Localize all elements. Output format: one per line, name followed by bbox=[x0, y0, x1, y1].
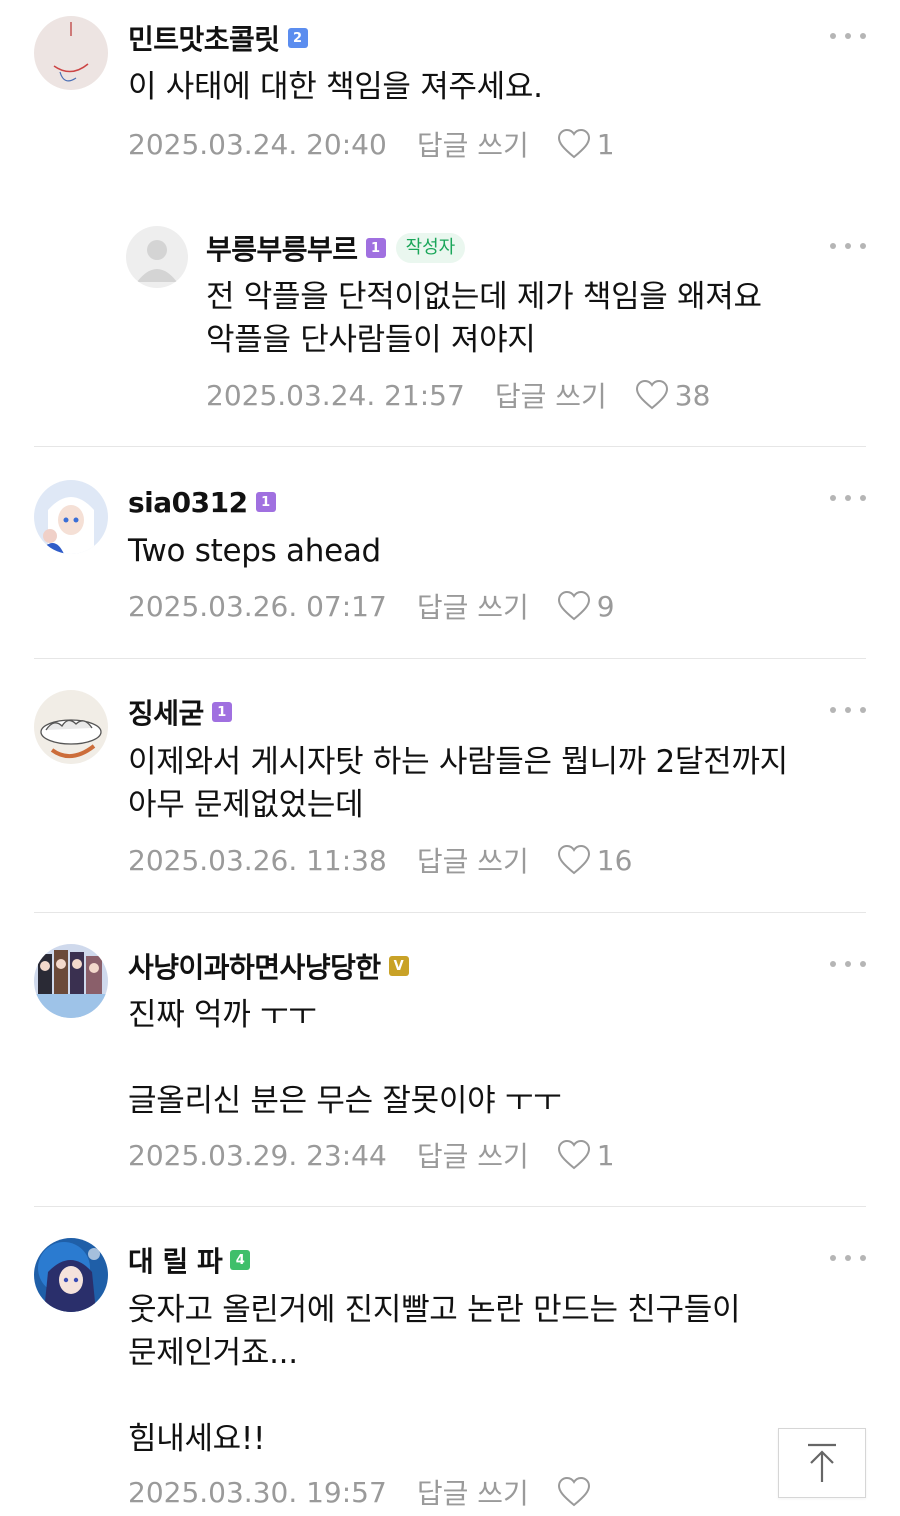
heart-outline-icon bbox=[557, 590, 590, 621]
level-badge: 1 bbox=[365, 238, 386, 258]
like-button[interactable]: 1 bbox=[557, 128, 615, 161]
heart-outline-icon bbox=[557, 1476, 590, 1507]
reply-button[interactable]: 답글 쓰기 bbox=[417, 840, 529, 880]
like-button[interactable]: 38 bbox=[635, 378, 711, 412]
more-dots-icon[interactable] bbox=[830, 700, 866, 720]
heart-outline-icon bbox=[557, 1139, 590, 1170]
like-count: 38 bbox=[674, 378, 711, 412]
author-row: 부릉부릉부르 1 작성자 bbox=[206, 228, 466, 268]
comment-date: 2025.03.26. 07:17 bbox=[128, 589, 387, 623]
comment-text: 웃자고 올린거에 진지빨고 논란 만드는 친구들이 문제인거죠... 힘내세요!… bbox=[128, 1292, 741, 1457]
comment-text: 이제와서 게시자탓 하는 사람들은 뭡니까 2달전까지 아무 문제없었는데 bbox=[128, 744, 788, 823]
avatar[interactable] bbox=[34, 944, 108, 1018]
nickname[interactable]: 민트맛초콜릿 bbox=[128, 18, 280, 58]
author-row: 대 릴 파 4 bbox=[128, 1240, 251, 1280]
level-badge: V bbox=[388, 956, 409, 976]
comment-meta: 2025.03.24. 20:40 답글 쓰기 1 bbox=[128, 124, 615, 164]
avatar[interactable] bbox=[34, 16, 108, 90]
reply-button[interactable]: 답글 쓰기 bbox=[417, 1135, 529, 1175]
comment-text: 전 악플을 단적이없는데 제가 책임을 왜져요 악플을 단사람들이 져야지 bbox=[206, 279, 762, 358]
nickname[interactable]: 사냥이과하면사냥당한 bbox=[128, 946, 381, 986]
author-row: 민트맛초콜릿 2 bbox=[128, 18, 308, 58]
arrow-up-icon bbox=[808, 1443, 836, 1482]
comment-text: Two steps ahead bbox=[128, 533, 381, 569]
like-count: 1 bbox=[596, 1138, 615, 1172]
comment-meta: 2025.03.24. 21:57 답글 쓰기 38 bbox=[206, 375, 710, 415]
comment-date: 2025.03.26. 11:38 bbox=[128, 843, 387, 877]
author-tag: 작성자 bbox=[395, 233, 466, 263]
avatar[interactable] bbox=[34, 480, 108, 554]
level-badge: 4 bbox=[230, 1250, 251, 1270]
nickname[interactable]: sia0312 bbox=[128, 486, 248, 519]
level-badge: 2 bbox=[287, 28, 308, 48]
divider bbox=[34, 912, 866, 913]
nickname[interactable]: 부릉부릉부르 bbox=[206, 228, 358, 268]
comment-meta: 2025.03.29. 23:44 답글 쓰기 1 bbox=[128, 1135, 615, 1175]
heart-outline-icon bbox=[635, 379, 668, 410]
comment-text: 진짜 억까 ㅜㅜ 글올리신 분은 무슨 잘못이야 ㅜㅜ bbox=[128, 997, 562, 1119]
comment-meta: 2025.03.26. 11:38 답글 쓰기 16 bbox=[128, 840, 632, 880]
like-count: 16 bbox=[596, 843, 633, 877]
level-badge: 1 bbox=[211, 702, 232, 722]
avatar[interactable] bbox=[34, 690, 108, 764]
more-dots-icon[interactable] bbox=[830, 236, 866, 256]
like-button[interactable]: 16 bbox=[557, 843, 633, 877]
scroll-top-button[interactable] bbox=[778, 1428, 866, 1498]
nickname[interactable]: 징세굳 bbox=[128, 692, 204, 732]
comment-date: 2025.03.24. 20:40 bbox=[128, 127, 387, 161]
divider bbox=[34, 1206, 866, 1207]
like-button[interactable]: 9 bbox=[557, 590, 615, 623]
reply-button[interactable]: 답글 쓰기 bbox=[417, 586, 529, 626]
avatar[interactable] bbox=[126, 226, 188, 288]
author-row: 사냥이과하면사냥당한 V bbox=[128, 946, 409, 986]
more-dots-icon[interactable] bbox=[830, 488, 866, 508]
comment-date: 2025.03.29. 23:44 bbox=[128, 1138, 387, 1172]
author-row: sia0312 1 bbox=[128, 482, 276, 522]
heart-outline-icon bbox=[557, 844, 590, 875]
more-dots-icon[interactable] bbox=[830, 954, 866, 974]
nickname[interactable]: 대 릴 파 bbox=[128, 1240, 223, 1280]
divider bbox=[34, 658, 866, 659]
comment-date: 2025.03.24. 21:57 bbox=[206, 378, 465, 412]
like-count: 1 bbox=[596, 127, 615, 161]
comment-meta: 2025.03.30. 19:57 답글 쓰기 bbox=[128, 1472, 597, 1512]
like-button[interactable]: 1 bbox=[557, 1139, 615, 1172]
comment-meta: 2025.03.26. 07:17 답글 쓰기 9 bbox=[128, 586, 615, 626]
reply-button[interactable]: 답글 쓰기 bbox=[417, 124, 529, 164]
avatar[interactable] bbox=[34, 1238, 108, 1312]
reply-button[interactable]: 답글 쓰기 bbox=[417, 1472, 529, 1512]
like-button[interactable] bbox=[557, 1476, 597, 1508]
more-dots-icon[interactable] bbox=[830, 26, 866, 46]
divider bbox=[34, 446, 866, 447]
author-row: 징세굳 1 bbox=[128, 692, 232, 732]
level-badge: 1 bbox=[255, 492, 276, 512]
reply-button[interactable]: 답글 쓰기 bbox=[495, 375, 607, 415]
heart-outline-icon bbox=[557, 128, 590, 159]
comment-text: 이 사태에 대한 책임을 져주세요. bbox=[128, 69, 543, 105]
comment-date: 2025.03.30. 19:57 bbox=[128, 1475, 387, 1509]
more-dots-icon[interactable] bbox=[830, 1248, 866, 1268]
like-count: 9 bbox=[596, 589, 615, 623]
